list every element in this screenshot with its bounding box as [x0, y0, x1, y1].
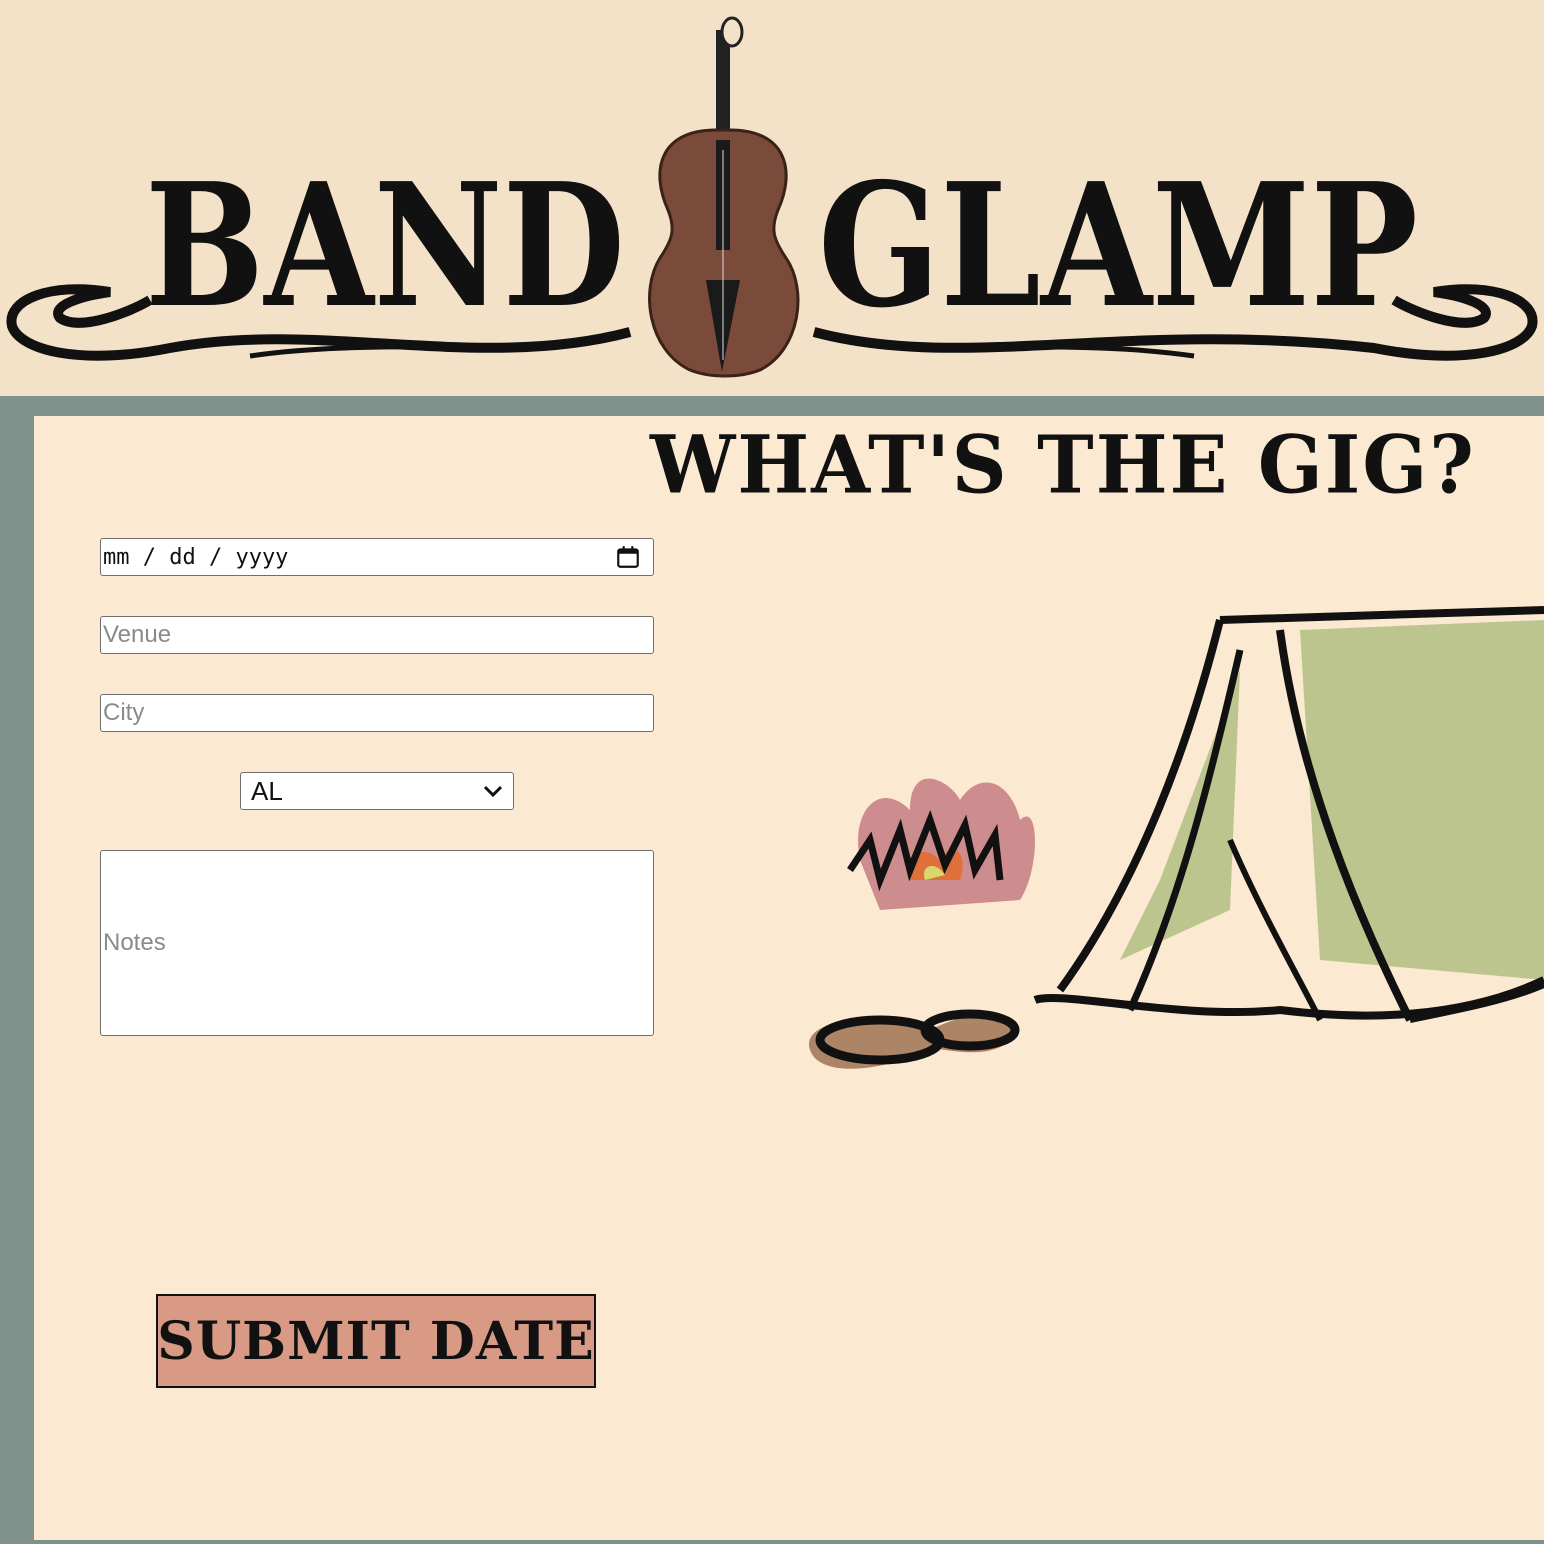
- tent-icon: [1033, 606, 1544, 1023]
- date-placeholder: mm / dd / yyyy: [103, 544, 289, 570]
- notes-textarea[interactable]: Notes: [100, 850, 654, 1036]
- campsite-illustration: [809, 606, 1544, 1069]
- city-input[interactable]: [100, 694, 654, 732]
- header-banner: BAND GLAMP: [0, 0, 1544, 396]
- date-input[interactable]: mm / dd / yyyy: [100, 538, 654, 576]
- logo-text-band: BAND: [145, 146, 625, 346]
- band-glamp-logo: BAND GLAMP: [6, 16, 1538, 378]
- venue-input[interactable]: [100, 616, 654, 654]
- calendar-icon[interactable]: [615, 544, 641, 570]
- violin-icon: [648, 16, 800, 378]
- state-select[interactable]: AL: [240, 772, 514, 810]
- notes-placeholder: Notes: [103, 929, 166, 956]
- page-title: WHAT'S THE GIG?: [650, 417, 1476, 512]
- submit-date-button[interactable]: SUBMIT DATE: [156, 1294, 596, 1388]
- logo-text-glamp: GLAMP: [818, 146, 1418, 346]
- chevron-down-icon: [483, 785, 503, 798]
- campfire-icon: [809, 778, 1035, 1069]
- state-selected-value: AL: [251, 775, 283, 806]
